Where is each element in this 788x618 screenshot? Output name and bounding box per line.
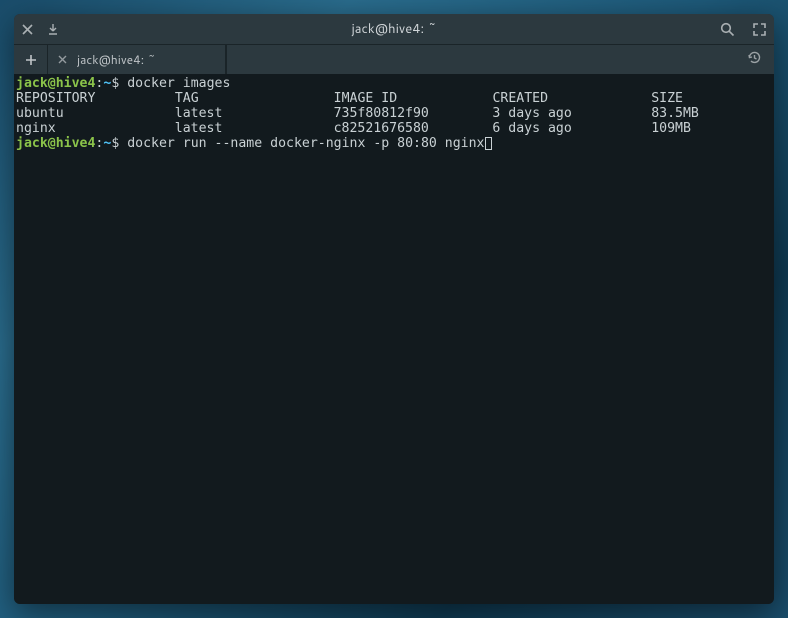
terminal-window: jack@hive4: ~ jack@hive4: ~ jack@hiv bbox=[14, 14, 774, 604]
maximize-window-icon[interactable] bbox=[753, 23, 766, 36]
terminal-body[interactable]: jack@hive4:~$ docker images REPOSITORY T… bbox=[14, 74, 774, 604]
tab-active[interactable]: jack@hive4: ~ bbox=[48, 45, 226, 74]
terminal-cursor bbox=[485, 137, 492, 150]
col-repository: REPOSITORY bbox=[16, 91, 95, 106]
tab-close-icon[interactable] bbox=[58, 51, 67, 68]
history-icon[interactable] bbox=[747, 50, 762, 69]
col-image-id: IMAGE ID bbox=[334, 91, 398, 106]
prompt-sym: $ bbox=[111, 76, 119, 91]
window-title: jack@hive4: ~ bbox=[102, 20, 686, 38]
prompt-sym: $ bbox=[111, 136, 119, 151]
titlebar: jack@hive4: ~ bbox=[14, 14, 774, 44]
new-tab-button[interactable] bbox=[14, 45, 48, 74]
col-created: CREATED bbox=[492, 91, 548, 106]
command-2: docker run --name docker-nginx -p 80:80 … bbox=[127, 136, 484, 151]
search-icon[interactable] bbox=[720, 22, 735, 37]
col-size: SIZE bbox=[651, 91, 683, 106]
col-tag: TAG bbox=[175, 91, 199, 106]
tabbar: jack@hive4: ~ bbox=[14, 44, 774, 74]
command-1: docker images bbox=[127, 76, 230, 91]
prompt-userhost: jack@hive4 bbox=[16, 76, 95, 91]
table-row: ubuntu latest 735f80812f90 3 days ago 83… bbox=[16, 106, 699, 121]
minimize-window-icon[interactable] bbox=[47, 23, 59, 35]
tab-label: jack@hive4: ~ bbox=[77, 51, 215, 68]
table-row: nginx latest c82521676580 6 days ago 109… bbox=[16, 121, 691, 136]
prompt-userhost: jack@hive4 bbox=[16, 136, 95, 151]
close-window-icon[interactable] bbox=[22, 24, 33, 35]
